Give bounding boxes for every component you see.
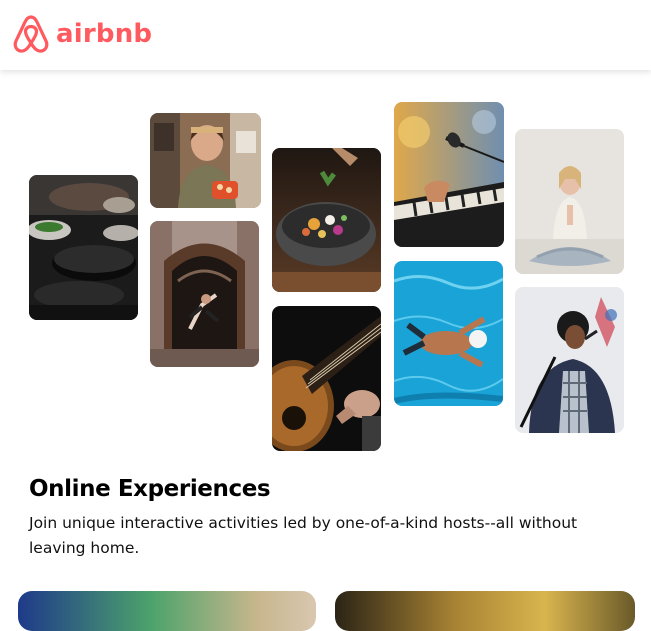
photo-cooking-pans[interactable] — [29, 175, 138, 320]
photo-keyboard-and-microphone[interactable] — [394, 102, 504, 247]
photo-swimmer-in-pool[interactable] — [394, 261, 503, 406]
airbnb-logo[interactable]: airbnb — [12, 14, 152, 54]
experience-card-right[interactable] — [335, 591, 635, 631]
experience-card-left[interactable] — [18, 591, 316, 631]
photo-bowl-of-food[interactable] — [272, 148, 381, 292]
brand-name: airbnb — [56, 19, 153, 49]
header: airbnb — [0, 0, 651, 70]
photo-acoustic-guitar[interactable] — [272, 306, 381, 451]
photo-dancer-in-doorway[interactable] — [150, 221, 259, 367]
section-title: Online Experiences — [29, 476, 271, 502]
photo-yoga-meditation[interactable] — [515, 129, 624, 274]
section-description: Join unique interactive activities led b… — [29, 514, 578, 557]
photo-chef-with-dish[interactable] — [150, 113, 261, 208]
airbnb-belo-icon — [13, 15, 49, 53]
photo-singer-with-microphone[interactable] — [515, 287, 624, 433]
